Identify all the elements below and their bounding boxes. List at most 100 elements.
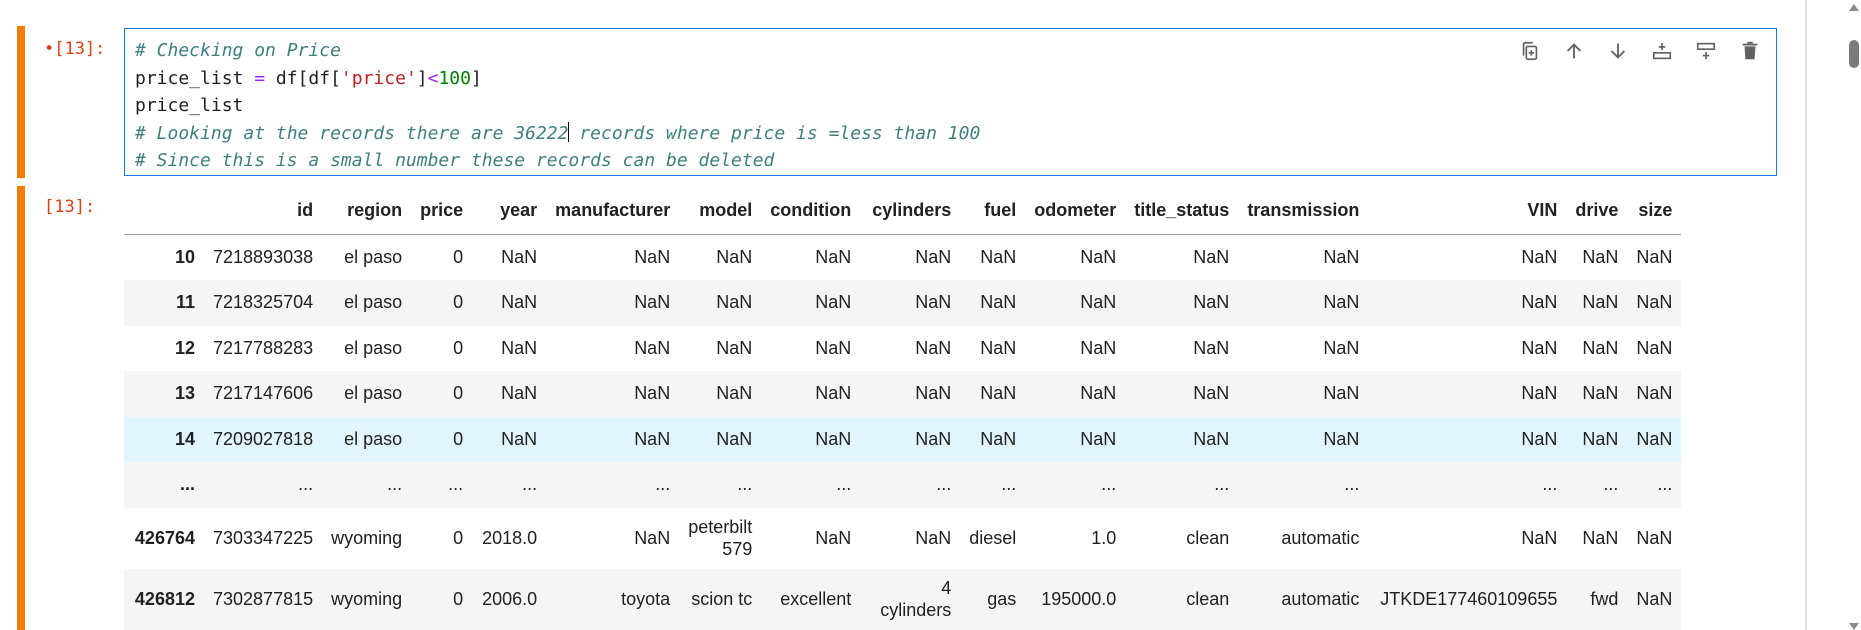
table-cell: NaN: [1582, 527, 1619, 548]
table-cell: el paso: [344, 428, 403, 449]
column-header: transmission: [1238, 186, 1369, 235]
table-cell: NaN: [1636, 527, 1673, 548]
row-index: ...: [179, 474, 195, 495]
row-index: 12: [174, 337, 195, 358]
table-cell: diesel: [969, 527, 1017, 548]
insert-below-button[interactable]: [1692, 37, 1720, 65]
table-cell: NaN: [501, 292, 538, 313]
table-cell: ...: [1001, 474, 1017, 495]
table-cell: ...: [737, 474, 753, 495]
table-row: ........................................…: [124, 462, 1682, 508]
table-cell: NaN: [634, 292, 671, 313]
move-down-icon: [1610, 43, 1626, 59]
vertical-scrollbar[interactable]: [1805, 0, 1861, 630]
table-row: 14 7209027818 el paso 0 NaN NaN NaN NaN NaN NaN Na…: [124, 416, 1682, 462]
table-cell: NaN: [1636, 588, 1673, 609]
table-cell: NaN: [1521, 292, 1558, 313]
table-cell: NaN: [716, 247, 753, 267]
table-row: 13 7217147606 el paso 0 NaN NaN NaN NaN NaN NaN Na…: [124, 371, 1682, 417]
insert-above-button[interactable]: [1648, 37, 1676, 65]
table-cell: NaN: [1582, 337, 1619, 358]
table-cell: peterbilt 579: [688, 517, 753, 559]
table-cell: NaN: [1521, 337, 1558, 358]
table-cell: NaN: [1080, 247, 1117, 267]
table-cell: 0: [453, 292, 464, 313]
input-cell[interactable]: •[13]: # Checking on Price price_list = …: [0, 26, 1805, 178]
table-cell: ...: [298, 474, 314, 495]
table-cell: NaN: [1636, 292, 1673, 313]
table-cell: fwd: [1590, 588, 1619, 609]
table-cell: clean: [1186, 527, 1230, 548]
output-collapse-bar[interactable]: [17, 186, 25, 630]
code-var: price_list: [135, 67, 244, 89]
table-cell: NaN: [634, 337, 671, 358]
table-cell: NaN: [634, 527, 671, 548]
table-cell: NaN: [716, 292, 753, 313]
table-cell: 0: [453, 383, 464, 404]
row-index: 13: [174, 383, 195, 404]
table-cell: 0: [453, 337, 464, 358]
table-cell: 7209027818: [213, 428, 314, 449]
table-cell: NaN: [1080, 337, 1117, 358]
table-cell: ...: [387, 474, 403, 495]
delete-cell-button[interactable]: [1736, 37, 1764, 65]
scroll-up-icon[interactable]: [1849, 4, 1859, 11]
scroll-down-icon[interactable]: [1849, 623, 1859, 630]
table-cell: el paso: [344, 247, 403, 267]
code-lt: <: [427, 67, 439, 89]
table-cell: ...: [1542, 474, 1558, 495]
column-header: model: [679, 186, 762, 235]
table-cell: automatic: [1281, 588, 1360, 609]
table-cell: 1.0: [1091, 527, 1117, 548]
table-cell: NaN: [1080, 292, 1117, 313]
code-comment-line5: # Since this is a small number these rec…: [135, 150, 775, 171]
row-index: 426812: [134, 588, 195, 609]
table-cell: 7302877815: [213, 588, 314, 609]
table-cell: automatic: [1281, 527, 1360, 548]
table-cell: NaN: [915, 383, 952, 404]
table-cell: NaN: [1193, 292, 1230, 313]
table-cell: NaN: [716, 383, 753, 404]
table-cell: NaN: [1636, 247, 1673, 267]
code-text[interactable]: # Checking on Price price_list = df[df['…: [135, 37, 980, 175]
scrollbar-divider: [1805, 0, 1807, 630]
scrollbar-thumb[interactable]: [1849, 40, 1859, 68]
table-cell: NaN: [1521, 247, 1558, 267]
table-cell: NaN: [815, 292, 852, 313]
code-editor[interactable]: # Checking on Price price_list = df[df['…: [124, 28, 1777, 176]
insert-below-icon: [1696, 42, 1716, 60]
active-cell-indicator[interactable]: [17, 26, 25, 178]
table-cell: 7217147606: [213, 383, 314, 404]
table-cell: NaN: [501, 383, 538, 404]
table-cell: NaN: [915, 428, 952, 449]
table-row: 426812 7302877815 wyoming 0 2006.0 toyota scio…: [124, 568, 1682, 630]
table-cell: el paso: [344, 383, 403, 404]
column-header: year: [472, 186, 547, 235]
table-cell: NaN: [1080, 383, 1117, 404]
table-row: 11 7218325704 el paso 0 NaN NaN NaN NaN NaN NaN Na…: [124, 280, 1682, 326]
table-cell: ...: [936, 474, 952, 495]
duplicate-cell-button[interactable]: [1516, 37, 1544, 65]
move-up-button[interactable]: [1560, 37, 1588, 65]
table-cell: NaN: [1193, 337, 1230, 358]
table-cell: NaN: [1193, 428, 1230, 449]
table-cell: NaN: [915, 527, 952, 548]
table-cell: NaN: [1582, 428, 1619, 449]
table-cell: toyota: [621, 588, 671, 609]
move-down-button[interactable]: [1604, 37, 1632, 65]
table-cell: 0: [453, 428, 464, 449]
table-cell: 7218325704: [213, 292, 314, 313]
table-cell: clean: [1186, 588, 1230, 609]
table-cell: excellent: [780, 588, 852, 609]
table-cell: ...: [522, 474, 538, 495]
code-comment-line4b: records where price is =less than 100: [568, 122, 981, 144]
row-index: 426764: [134, 527, 195, 548]
table-cell: NaN: [1323, 383, 1360, 404]
column-header-index: [124, 186, 204, 235]
table-cell: 0: [453, 247, 464, 267]
code-number: 100: [438, 67, 471, 89]
code-close: ]: [470, 67, 482, 89]
code-eq: =: [243, 67, 276, 89]
table-cell: ...: [1603, 474, 1619, 495]
table-cell: 7303347225: [213, 527, 314, 548]
